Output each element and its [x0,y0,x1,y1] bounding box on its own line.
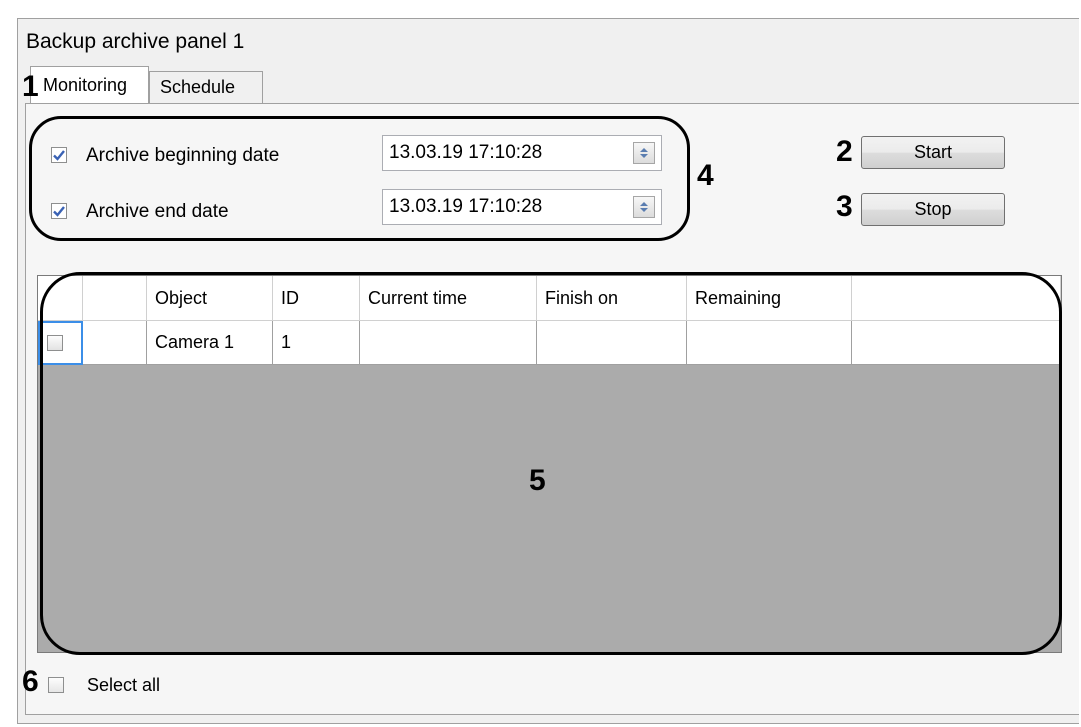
column-header-blank[interactable] [82,276,147,321]
start-button[interactable]: Start [861,136,1005,169]
archive-beginning-date-checkbox[interactable] [51,147,67,163]
column-header-current-time[interactable]: Current time [359,276,537,321]
column-header-filler [851,276,1061,321]
row-select-cell[interactable] [38,320,83,365]
column-header-remaining[interactable]: Remaining [686,276,852,321]
callout-6: 6 [22,665,39,698]
table-row[interactable]: Camera 1 1 [38,320,1061,365]
check-icon [53,206,65,217]
callout-1: 1 [22,70,39,103]
archive-beginning-date-value: 13.03.19 17:10:28 [389,142,543,163]
tab-monitoring-label: Monitoring [43,75,128,95]
chevron-down-icon [640,208,648,212]
monitoring-grid: Object ID Current time Finish on Remaini… [37,275,1062,653]
callout-4: 4 [697,159,714,192]
archive-beginning-date-label: Archive beginning date [86,145,280,166]
row-checkbox[interactable] [47,334,63,351]
callout-5: 5 [529,464,546,497]
stop-button[interactable]: Stop [861,193,1005,226]
column-header-select[interactable] [38,276,83,321]
archive-end-date-checkbox[interactable] [51,203,67,219]
panel-title: Backup archive panel 1 [26,30,245,53]
archive-end-date-value: 13.03.19 17:10:28 [389,196,543,217]
archive-end-date-picker[interactable]: 13.03.19 17:10:28 [382,189,662,225]
tab-schedule-label: Schedule [160,77,236,97]
row-id-cell[interactable]: 1 [272,320,360,365]
callout-2: 2 [836,135,853,168]
archive-beginning-date-picker[interactable]: 13.03.19 17:10:28 [382,135,662,171]
tab-monitoring[interactable]: Monitoring [30,66,149,104]
column-header-object[interactable]: Object [146,276,273,321]
column-header-finish-on[interactable]: Finish on [536,276,687,321]
archive-beginning-date-spinner[interactable] [633,142,655,164]
callout-3: 3 [836,190,853,223]
select-all-label: Select all [87,675,161,695]
column-header-id[interactable]: ID [272,276,360,321]
row-current-time-cell[interactable] [359,320,537,365]
grid-header-row: Object ID Current time Finish on Remaini… [38,276,1061,321]
select-all-checkbox[interactable] [48,677,64,693]
check-icon [53,150,65,161]
tab-schedule[interactable]: Schedule [149,71,263,103]
archive-end-date-label: Archive end date [86,201,229,222]
row-filler-cell [851,320,1061,365]
row-blank-cell [82,320,147,365]
archive-end-date-spinner[interactable] [633,196,655,218]
row-finish-on-cell[interactable] [536,320,687,365]
chevron-down-icon [640,154,648,158]
row-object-cell[interactable]: Camera 1 [146,320,273,365]
row-remaining-cell[interactable] [686,320,852,365]
